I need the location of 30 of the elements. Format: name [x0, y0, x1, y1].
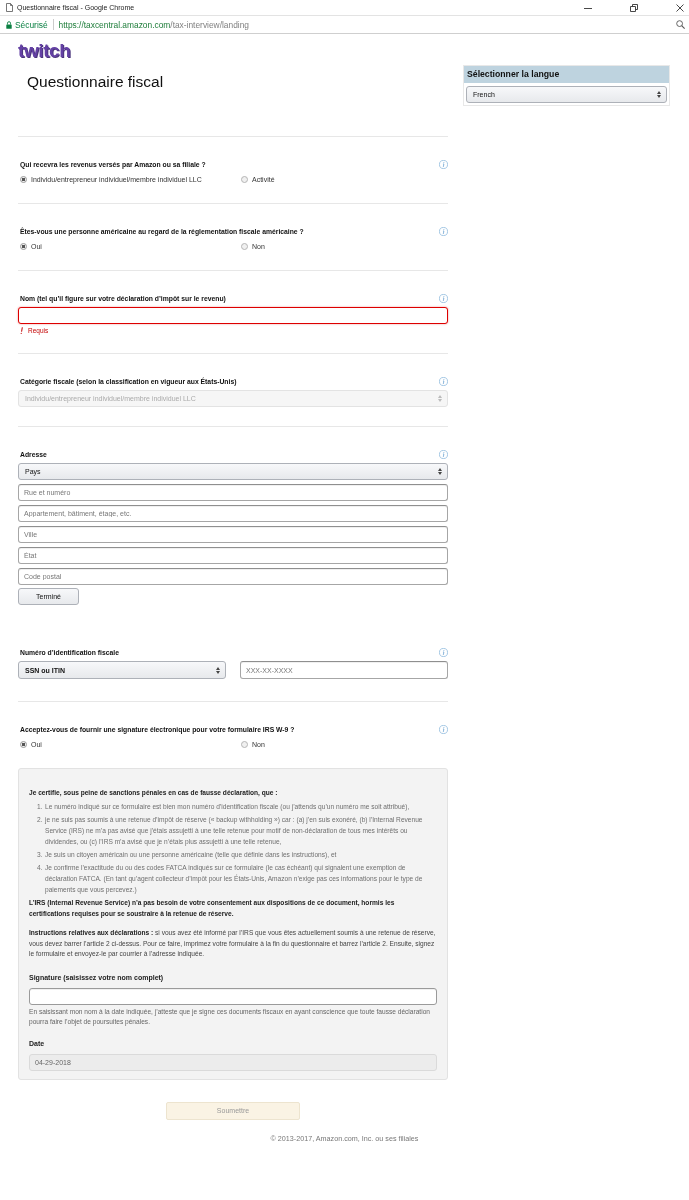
radio-button[interactable]	[20, 740, 27, 748]
url-text[interactable]: https://taxcentral.amazon.com/tax-interview/landing	[58, 19, 249, 30]
security-label: Sécurisé	[15, 19, 48, 30]
name-field[interactable]	[18, 307, 448, 324]
radio-button[interactable]	[20, 242, 27, 250]
info-icon[interactable]	[439, 449, 448, 459]
close-icon[interactable]	[676, 3, 684, 12]
info-icon[interactable]	[439, 647, 448, 657]
page-title: Questionnaire fiscal	[27, 73, 164, 91]
restore-icon[interactable]	[630, 3, 638, 12]
info-icon[interactable]	[439, 724, 448, 734]
info-icon[interactable]	[439, 376, 448, 386]
page-icon	[6, 3, 13, 12]
radio-button[interactable]	[241, 242, 248, 250]
info-icon[interactable]	[439, 293, 448, 303]
select-arrows-icon	[438, 395, 442, 402]
lock-icon	[6, 20, 12, 29]
language-header: Sélectionner la langue	[464, 66, 669, 83]
select-arrows-icon	[657, 91, 661, 98]
magnifier-icon[interactable]	[676, 20, 685, 29]
info-icon[interactable]	[439, 159, 448, 169]
info-icon[interactable]	[439, 226, 448, 236]
select-arrows-icon	[216, 666, 220, 674]
radio-button[interactable]	[20, 175, 27, 183]
signature-field[interactable]	[29, 987, 437, 1005]
select-arrows-icon	[438, 468, 442, 475]
radio-button[interactable]	[241, 175, 248, 183]
alert-icon	[20, 327, 23, 334]
logo[interactable]: twitch	[18, 40, 74, 61]
radio-button[interactable]	[241, 740, 248, 748]
